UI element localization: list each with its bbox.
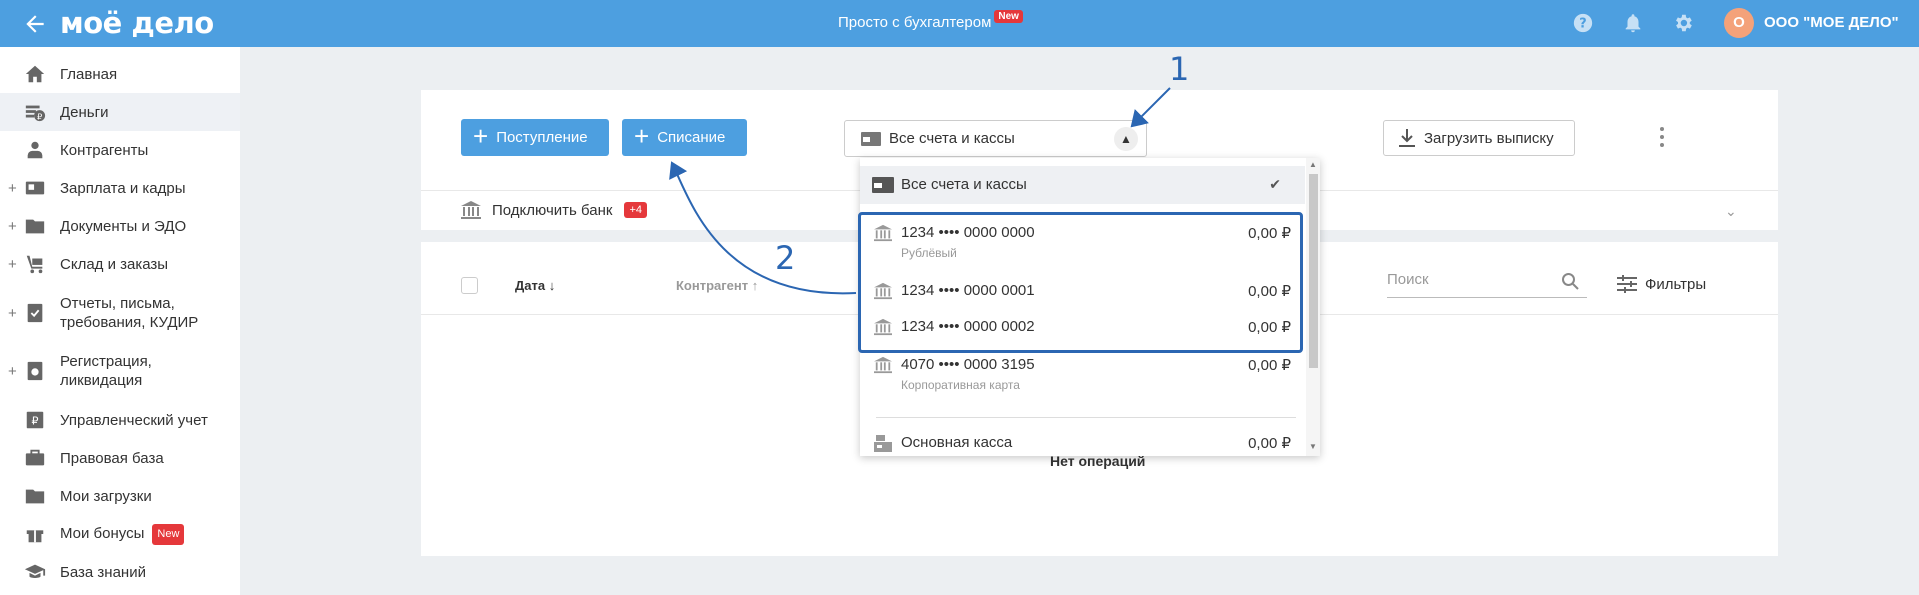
filter-icon	[1617, 275, 1637, 293]
select-all-checkbox[interactable]	[461, 277, 478, 294]
filters-button[interactable]: Фильтры	[1617, 275, 1706, 293]
report-icon	[27, 303, 43, 323]
accountant-link[interactable]: Просто с бухгалтером New	[838, 10, 1023, 31]
plus-icon: +	[473, 121, 489, 151]
sidebar-item-documents[interactable]: + Документы и ЭДО	[0, 207, 240, 245]
top-header: моё дело Просто с бухгалтером New ? О ООО…	[0, 0, 1919, 47]
column-header-date[interactable]: Дата ↓	[515, 278, 555, 293]
search-field	[1387, 268, 1587, 298]
sidebar-item-salary[interactable]: + Зарплата и кадры	[0, 169, 240, 207]
bank-icon	[874, 356, 892, 374]
expense-button[interactable]: + Списание	[622, 119, 747, 156]
dropdown-item-all[interactable]: Все счета и кассы ✔	[860, 166, 1305, 204]
search-input[interactable]	[1387, 271, 1557, 288]
expand-plus-icon: +	[8, 255, 17, 273]
dropdown-item-card[interactable]: 4070 •••• 0000 3195 Корпоративная карта …	[860, 356, 1305, 406]
dropdown-item-cashbox[interactable]: Основная касса 0,00 ₽	[860, 432, 1305, 456]
home-icon	[25, 65, 45, 83]
sidebar-item-contractors[interactable]: Контрагенты	[0, 131, 240, 169]
money-icon: ₽	[25, 105, 46, 121]
divider	[876, 417, 1296, 418]
sidebar-item-reports[interactable]: + Отчеты, письма, требования, КУДИР	[0, 289, 240, 337]
search-icon[interactable]	[1561, 272, 1579, 290]
folder-icon	[25, 219, 45, 234]
briefcase-icon	[25, 449, 45, 466]
svg-text:₽: ₽	[37, 111, 42, 121]
annotation-number-1: 1	[1169, 50, 1190, 88]
income-button[interactable]: + Поступление	[461, 119, 609, 156]
expand-plus-icon: +	[8, 362, 17, 380]
svg-text:₽: ₽	[32, 415, 39, 428]
sidebar-item-management[interactable]: ₽ Управленческий учет	[0, 401, 240, 439]
help-icon[interactable]: ?	[1572, 12, 1594, 34]
chevron-down-icon[interactable]: ⌄	[1725, 203, 1737, 220]
more-vertical-icon[interactable]	[1656, 124, 1668, 152]
sidebar-item-warehouse[interactable]: + Склад и заказы	[0, 245, 240, 283]
gift-icon	[26, 530, 44, 543]
sidebar: Главная ₽ Деньги Контрагенты + Зарплата …	[0, 47, 240, 595]
count-badge: +4	[624, 202, 647, 218]
org-name[interactable]: ООО "МОЕ ДЕЛО"	[1764, 14, 1899, 31]
new-badge: New	[152, 523, 185, 545]
sidebar-item-home[interactable]: Главная	[0, 55, 240, 93]
registration-icon	[27, 361, 43, 381]
folder-icon	[25, 489, 45, 504]
bank-icon	[461, 201, 481, 219]
scroll-thumb[interactable]	[1309, 174, 1318, 368]
scroll-up-icon[interactable]: ▲	[1309, 160, 1317, 169]
management-icon: ₽	[26, 411, 44, 429]
connect-bank-link[interactable]: Подключить банк +4	[460, 200, 647, 220]
graduation-cap-icon	[24, 564, 46, 578]
cash-register-icon	[874, 435, 892, 452]
upload-statement-button[interactable]: Загрузить выписку	[1383, 120, 1575, 156]
cart-icon	[26, 255, 43, 274]
annotation-highlight-box	[858, 212, 1303, 353]
annotation-number-2: 2	[775, 239, 796, 277]
avatar[interactable]: О	[1724, 8, 1754, 38]
wallet-icon	[872, 177, 894, 193]
download-icon	[1399, 129, 1415, 147]
sidebar-item-knowledge[interactable]: База знаний	[0, 553, 240, 591]
sidebar-item-money[interactable]: ₽ Деньги	[0, 93, 240, 131]
sidebar-item-bonuses[interactable]: Мои бонусы New	[0, 515, 240, 553]
chevron-up-icon[interactable]: ▲	[1114, 127, 1138, 151]
dropdown-scrollbar[interactable]: ▲ ▼	[1306, 158, 1320, 456]
expand-plus-icon: +	[8, 179, 17, 197]
sidebar-item-registration[interactable]: + Регистрация, ликвидация	[0, 347, 240, 395]
expand-plus-icon: +	[8, 304, 17, 322]
sidebar-item-downloads[interactable]: Мои загрузки	[0, 477, 240, 515]
scroll-down-icon[interactable]: ▼	[1309, 442, 1317, 451]
check-icon: ✔	[1269, 176, 1281, 192]
svg-text:?: ?	[1579, 17, 1586, 32]
bell-icon[interactable]	[1622, 12, 1644, 34]
logo[interactable]: моё дело	[60, 6, 214, 40]
account-select[interactable]: Все счета и кассы ▲	[844, 120, 1147, 157]
column-header-contractor[interactable]: Контрагент ↑	[676, 278, 758, 293]
salary-icon	[25, 181, 45, 195]
back-arrow-icon[interactable]	[22, 11, 48, 37]
contractor-icon	[27, 141, 43, 159]
wallet-icon	[861, 132, 881, 146]
sidebar-item-legal[interactable]: Правовая база	[0, 439, 240, 477]
plus-icon: +	[634, 121, 650, 151]
expand-plus-icon: +	[8, 217, 17, 235]
new-badge: New	[994, 10, 1023, 23]
gear-icon[interactable]	[1672, 12, 1694, 34]
